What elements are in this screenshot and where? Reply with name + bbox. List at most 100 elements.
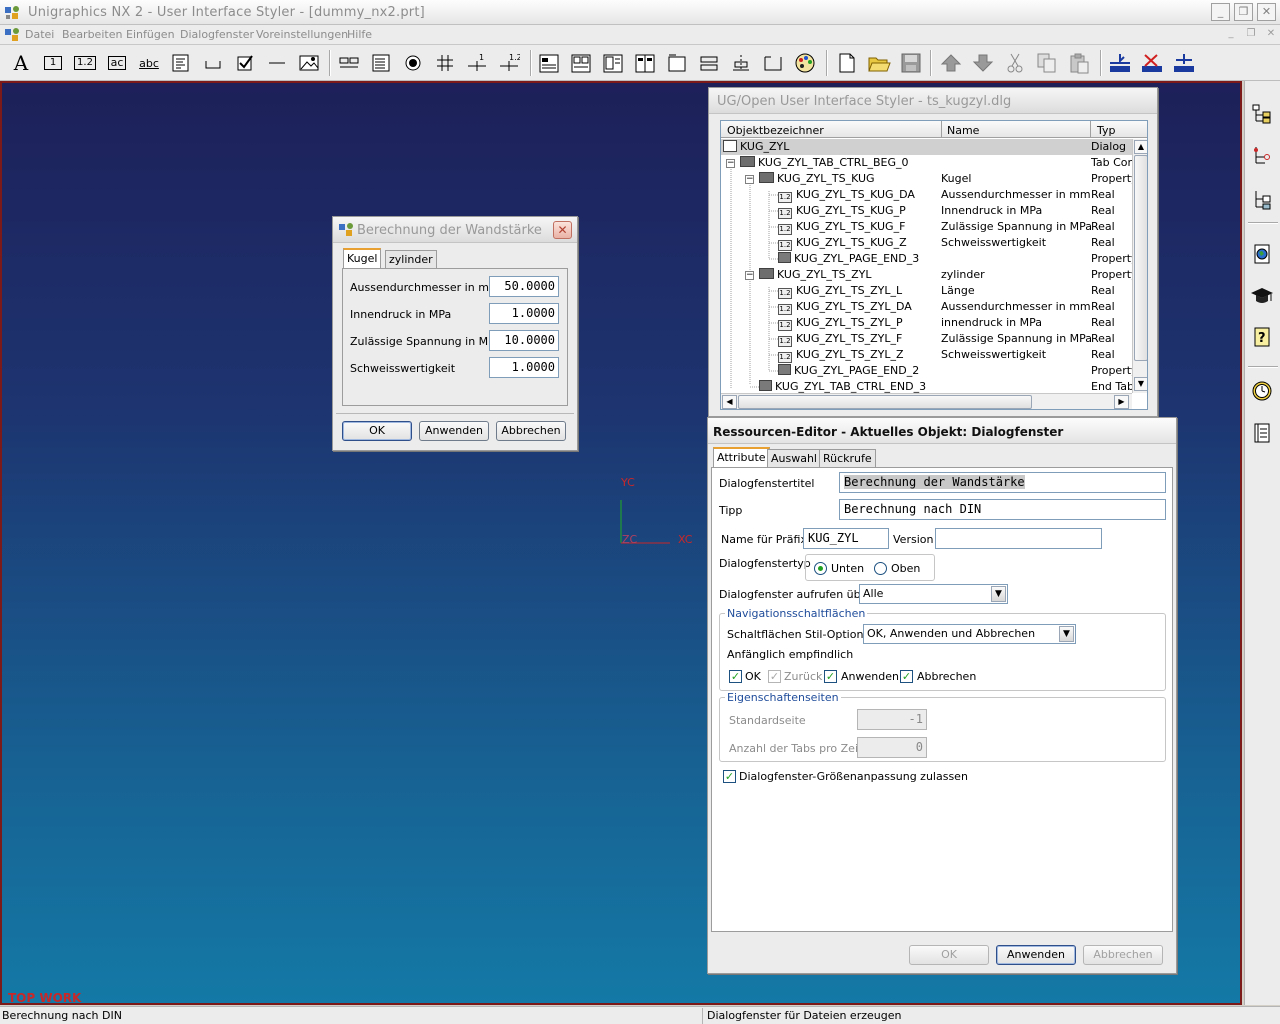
copy-button[interactable] xyxy=(1034,51,1060,75)
color-tool[interactable] xyxy=(792,51,818,75)
attach-tool[interactable] xyxy=(728,51,754,75)
editor-ok-button[interactable]: OK xyxy=(909,945,989,965)
separator-tool[interactable] xyxy=(264,51,290,75)
training-tab[interactable] xyxy=(1249,283,1275,309)
tree-row[interactable]: KUG_ZYL_TAB_CTRL_END_3 End Tab xyxy=(721,379,1133,393)
preview-dialog-titlebar[interactable]: Berechnung der Wandstärke ✕ xyxy=(333,217,577,243)
nav-apply-checkbox[interactable]: ✓ xyxy=(824,670,837,683)
sub-dialog-tool[interactable] xyxy=(760,51,786,75)
menu-bearbeiten[interactable]: Bearbeiten xyxy=(62,28,122,41)
tab-control-tool[interactable] xyxy=(536,51,562,75)
real-scale-tool[interactable]: 1.2 xyxy=(496,51,522,75)
open-file-button[interactable] xyxy=(866,51,892,75)
integer-field-tool[interactable]: 1 xyxy=(40,51,66,75)
allow-resize-checkbox[interactable]: ✓ xyxy=(723,770,736,783)
menu-datei[interactable]: Datei xyxy=(25,28,54,41)
editor-cancel-button[interactable]: Abbrechen xyxy=(1083,945,1163,965)
label-tool[interactable]: abc xyxy=(136,51,162,75)
h-scroll-thumb[interactable] xyxy=(738,395,1032,409)
menu-voreinstellungen[interactable]: Voreinstellungen xyxy=(256,28,348,41)
resize-dialog-button[interactable] xyxy=(1171,51,1197,75)
collapse-icon[interactable]: − xyxy=(745,175,754,184)
nav-back-checkbox[interactable]: ✓ xyxy=(768,670,781,683)
minimize-button[interactable]: _ xyxy=(1211,3,1230,21)
chevron-down-icon[interactable]: ▼ xyxy=(991,586,1006,602)
tree-row[interactable]: − KUG_ZYL_TAB_CTRL_BEG_0 Tab Con xyxy=(721,155,1133,171)
radio-unten[interactable] xyxy=(814,562,827,575)
preview-apply-button[interactable]: Anwenden xyxy=(419,421,489,441)
tree-row[interactable]: 1.2 KUG_ZYL_TS_ZYL_DA Aussendurchmesser i… xyxy=(721,299,1133,315)
button-layout-tool[interactable] xyxy=(432,51,458,75)
maximize-button[interactable]: ❐ xyxy=(1234,3,1253,21)
tree-row[interactable]: 1.2 KUG_ZYL_TS_KUG_DA Aussendurchmesser i… xyxy=(721,187,1133,203)
tab-zylinder[interactable]: zylinder xyxy=(385,250,437,268)
scroll-down-icon[interactable]: ▼ xyxy=(1134,377,1147,391)
scroll-left-icon[interactable]: ◀ xyxy=(722,395,737,409)
aussendurchmesser-input[interactable]: 50.0000 xyxy=(489,276,559,297)
default-page-input[interactable]: -1 xyxy=(857,709,927,730)
text-label-tool[interactable]: A xyxy=(8,51,34,75)
create-dialog-button[interactable] xyxy=(1107,51,1133,75)
cut-button[interactable] xyxy=(1002,51,1028,75)
version-input[interactable] xyxy=(935,528,1102,549)
tree-row[interactable]: 1.2 KUG_ZYL_TS_KUG_Z Schweisswertigkeit R… xyxy=(721,235,1133,251)
scroll-thumb[interactable] xyxy=(1134,155,1147,361)
button-style-select[interactable]: OK, Anwenden und Abbrechen ▼ xyxy=(863,624,1076,644)
part-navigator-tab[interactable] xyxy=(1249,143,1275,169)
scroll-right-icon[interactable]: ▶ xyxy=(1114,395,1129,409)
collapsible-group-tool[interactable] xyxy=(568,51,594,75)
nav-cancel-checkbox[interactable]: ✓ xyxy=(900,670,913,683)
separator-group-tool[interactable] xyxy=(696,51,722,75)
doc-minimize-button[interactable]: _ xyxy=(1223,28,1239,42)
tab-rueckrufe[interactable]: Rückrufe xyxy=(819,449,876,467)
system-materials-tab[interactable] xyxy=(1249,420,1275,446)
col-typ[interactable]: Typ xyxy=(1097,124,1116,137)
real-field-tool[interactable]: 1.2 xyxy=(72,51,98,75)
tree-row[interactable]: 1.2 KUG_ZYL_TS_KUG_P Innendruck in MPa Re… xyxy=(721,203,1133,219)
close-button[interactable]: ✕ xyxy=(1257,3,1276,21)
doc-close-button[interactable]: ✕ xyxy=(1263,28,1279,42)
doc-restore-button[interactable]: ❐ xyxy=(1243,28,1259,42)
editor-apply-button[interactable]: Anwenden xyxy=(996,945,1076,965)
tree-row[interactable]: 1.2 KUG_ZYL_TS_KUG_F Zulässige Spannung i… xyxy=(721,219,1133,235)
tree-horizontal-scrollbar[interactable]: ◀ ▶ xyxy=(721,393,1132,409)
tree-row[interactable]: 1.2 KUG_ZYL_TS_ZYL_L Länge Real xyxy=(721,283,1133,299)
invoke-select[interactable]: Alle ▼ xyxy=(859,584,1008,604)
prefix-input[interactable]: KUG_ZYL xyxy=(803,528,889,549)
menu-hilfe[interactable]: Hilfe xyxy=(347,28,372,41)
tree-row[interactable]: KUG_ZYL_PAGE_END_3 Property xyxy=(721,251,1133,267)
move-down-button[interactable] xyxy=(970,51,996,75)
radio-box-tool[interactable] xyxy=(400,51,426,75)
innendruck-input[interactable]: 1.0000 xyxy=(489,303,559,324)
dialog-title-input[interactable]: Berechnung der Wandstärke xyxy=(839,472,1166,493)
bitmap-tool[interactable] xyxy=(296,51,322,75)
help-tab[interactable]: ? xyxy=(1249,324,1275,350)
web-browser-tab[interactable] xyxy=(1249,241,1275,267)
tree-row[interactable]: 1.2 KUG_ZYL_TS_ZYL_Z Schweisswertigkeit R… xyxy=(721,347,1133,363)
tree-row[interactable]: − KUG_ZYL_TS_KUG Kugel Property xyxy=(721,171,1133,187)
collapse-icon[interactable]: − xyxy=(726,159,735,168)
tab-kugel[interactable]: Kugel xyxy=(343,248,382,268)
tree-row[interactable]: 1.2 KUG_ZYL_TS_ZYL_F Zulässige Spannung i… xyxy=(721,331,1133,347)
multiline-text-tool[interactable] xyxy=(168,51,194,75)
reuse-library-tab[interactable] xyxy=(1249,187,1275,213)
horizontal-layout-tool[interactable] xyxy=(632,51,658,75)
move-up-button[interactable] xyxy=(938,51,964,75)
tree-row[interactable]: 1.2 KUG_ZYL_TS_ZYL_P innendruck in MPa Re… xyxy=(721,315,1133,331)
paste-button[interactable] xyxy=(1066,51,1092,75)
menu-dialogfenster[interactable]: Dialogfenster xyxy=(180,28,254,41)
resource-editor-titlebar[interactable]: Ressourcen-Editor - Aktuelles Objekt: Di… xyxy=(708,418,1176,444)
tip-input[interactable]: Berechnung nach DIN xyxy=(839,499,1166,520)
col-objektbezeichner[interactable]: Objektbezeichner xyxy=(727,124,824,137)
radio-oben[interactable] xyxy=(874,562,887,575)
nav-ok-checkbox[interactable]: ✓ xyxy=(729,670,742,683)
col-name[interactable]: Name xyxy=(947,124,979,137)
tree-row[interactable]: KUG_ZYL Dialog xyxy=(721,139,1133,155)
schweisswertigkeit-input[interactable]: 1.0000 xyxy=(489,357,559,378)
tree-row[interactable]: KUG_ZYL_PAGE_END_2 Property xyxy=(721,363,1133,379)
history-tab[interactable] xyxy=(1249,378,1275,404)
frame-tool[interactable] xyxy=(600,51,626,75)
tabs-per-row-input[interactable]: 0 xyxy=(857,737,927,758)
page-tool[interactable] xyxy=(664,51,690,75)
styler-titlebar[interactable]: UG/Open User Interface Styler - ts_kugzy… xyxy=(709,88,1157,114)
